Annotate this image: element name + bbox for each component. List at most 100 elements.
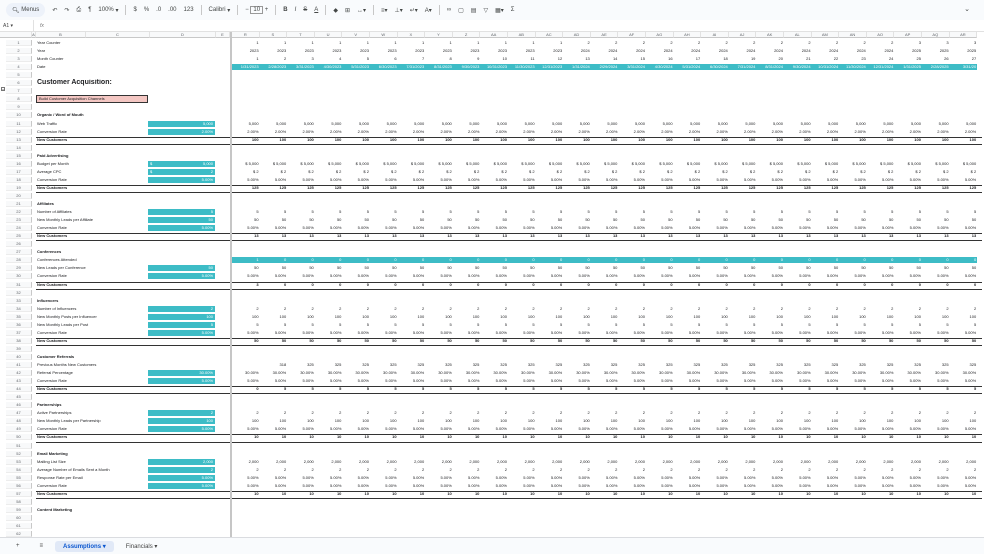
row-number[interactable]: 50 (6, 434, 32, 441)
value-cell[interactable]: 100 (701, 418, 729, 424)
value-cell[interactable]: 2,000 (867, 459, 895, 465)
value-cell[interactable]: 8 (425, 56, 453, 62)
value-cell[interactable]: 100 (342, 314, 370, 320)
undo-icon[interactable]: ↶ (52, 3, 57, 17)
value-cell[interactable]: 5.00% (618, 483, 646, 489)
value-cell[interactable]: 50 (646, 265, 674, 271)
value-cell[interactable]: 5,000 (591, 121, 619, 127)
value-cell[interactable]: 5.00% (867, 426, 895, 432)
value-cell[interactable]: 5.00% (756, 330, 784, 336)
value-cell[interactable]: 5.00% (729, 475, 757, 481)
value-cell[interactable]: 5.00% (315, 273, 343, 279)
row-number[interactable]: 12 (6, 128, 32, 135)
column-header-y[interactable]: Y (425, 32, 453, 38)
value-cell[interactable]: 5.00% (315, 378, 343, 384)
row-number[interactable]: 24 (6, 225, 32, 232)
value-cell[interactable]: 5.00% (646, 426, 674, 432)
column-header-aj[interactable]: AJ (728, 32, 757, 38)
column-header-ae[interactable]: AE (590, 32, 619, 38)
value-cell[interactable]: 2024 (784, 48, 812, 54)
value-cell[interactable]: 3 (950, 40, 978, 46)
value-cell[interactable]: 5.00% (398, 426, 426, 432)
value-cell[interactable]: 50 (674, 217, 702, 223)
value-cell[interactable]: 100 (287, 314, 315, 320)
value-cell[interactable]: 5.00% (260, 426, 288, 432)
value-cell[interactable]: 30.00% (867, 370, 895, 376)
value-cell[interactable]: 50 (839, 265, 867, 271)
value-cell[interactable]: 2 (756, 410, 784, 416)
value-cell[interactable]: 5.00% (232, 330, 260, 336)
value-cell[interactable]: 3 (922, 40, 950, 46)
value-cell[interactable]: 100 (646, 314, 674, 320)
row-number[interactable]: 51 (6, 442, 32, 449)
value-cell[interactable]: 50 (922, 217, 950, 223)
input-cell[interactable]: 5.00% (148, 273, 215, 280)
value-cell[interactable]: 5.00% (839, 330, 867, 336)
value-cell[interactable]: 5 (839, 209, 867, 215)
value-cell[interactable]: 5.00% (536, 273, 564, 279)
value-cell[interactable]: 2 (480, 306, 508, 312)
value-cell[interactable]: 5 (425, 209, 453, 215)
value-cell[interactable]: 2 (729, 467, 757, 473)
value-cell[interactable]: 5.00% (398, 378, 426, 384)
value-cell[interactable]: 5.00% (342, 177, 370, 183)
add-sheet-button[interactable]: + (8, 541, 28, 551)
value-cell[interactable]: 5 (646, 209, 674, 215)
value-cell[interactable]: 5 (784, 209, 812, 215)
value-cell[interactable]: $ 2 (646, 169, 674, 175)
value-cell[interactable]: 2 (232, 306, 260, 312)
value-cell[interactable]: 0 (342, 257, 370, 264)
row-number[interactable]: 60 (6, 514, 32, 521)
value-cell[interactable]: 2.00% (591, 129, 619, 135)
link-icon[interactable]: ∞ (447, 3, 451, 17)
value-cell[interactable]: 50 (508, 217, 536, 223)
value-cell[interactable]: 50 (701, 217, 729, 223)
value-cell[interactable]: 2.00% (839, 129, 867, 135)
value-cell[interactable]: 325 (453, 362, 481, 368)
comment-icon[interactable]: ▢ (458, 3, 464, 17)
value-cell[interactable]: 325 (729, 362, 757, 368)
column-header-an[interactable]: AN (839, 32, 867, 38)
column-header-ak[interactable]: AK (756, 32, 784, 38)
value-cell[interactable]: 2 (674, 40, 702, 46)
value-cell[interactable]: 2.00% (260, 129, 288, 135)
value-cell[interactable]: 2024 (839, 48, 867, 54)
row-number[interactable]: 36 (6, 321, 32, 328)
value-cell[interactable]: 100 (453, 314, 481, 320)
row-number[interactable]: 49 (6, 426, 32, 433)
value-cell[interactable]: 5.00% (591, 225, 619, 231)
input-cell[interactable]: 100 (148, 313, 215, 320)
value-cell[interactable]: 5.00% (950, 225, 978, 231)
value-cell[interactable]: 2 (922, 410, 950, 416)
value-cell[interactable]: 5.00% (508, 475, 536, 481)
value-cell[interactable]: 5.00% (315, 330, 343, 336)
value-cell[interactable]: 2023 (232, 48, 260, 54)
value-cell[interactable]: $ 5,000 (729, 161, 757, 167)
value-cell[interactable]: 5.00% (453, 483, 481, 489)
value-cell[interactable]: 2 (536, 467, 564, 473)
value-cell[interactable]: 22 (812, 56, 840, 62)
value-cell[interactable]: 100 (674, 314, 702, 320)
value-cell[interactable]: 5/31/2024 (673, 64, 702, 71)
value-cell[interactable]: 11/30/2023 (508, 64, 536, 71)
value-cell[interactable]: 12/31/2024 (866, 64, 895, 71)
value-cell[interactable]: 2,000 (950, 459, 978, 465)
input-cell[interactable]: $2 (148, 168, 215, 175)
value-cell[interactable]: 2 (398, 306, 426, 312)
value-cell[interactable]: 5.00% (812, 483, 840, 489)
value-cell[interactable]: 2 (508, 410, 536, 416)
value-cell[interactable]: $ 5,000 (260, 161, 288, 167)
row-number[interactable]: 26 (6, 241, 32, 248)
value-cell[interactable]: 50 (839, 217, 867, 223)
value-cell[interactable]: 5.00% (701, 475, 729, 481)
value-cell[interactable]: 5.00% (867, 475, 895, 481)
value-cell[interactable]: 2.00% (287, 129, 315, 135)
value-cell[interactable]: $ 2 (342, 169, 370, 175)
value-cell[interactable]: 2,000 (508, 459, 536, 465)
value-cell[interactable]: 2 (784, 410, 812, 416)
value-cell[interactable]: 2.00% (756, 129, 784, 135)
value-cell[interactable]: 5.00% (536, 475, 564, 481)
value-cell[interactable]: 5.00% (646, 225, 674, 231)
value-cell[interactable]: 5.00% (315, 475, 343, 481)
value-cell[interactable]: 5 (342, 209, 370, 215)
